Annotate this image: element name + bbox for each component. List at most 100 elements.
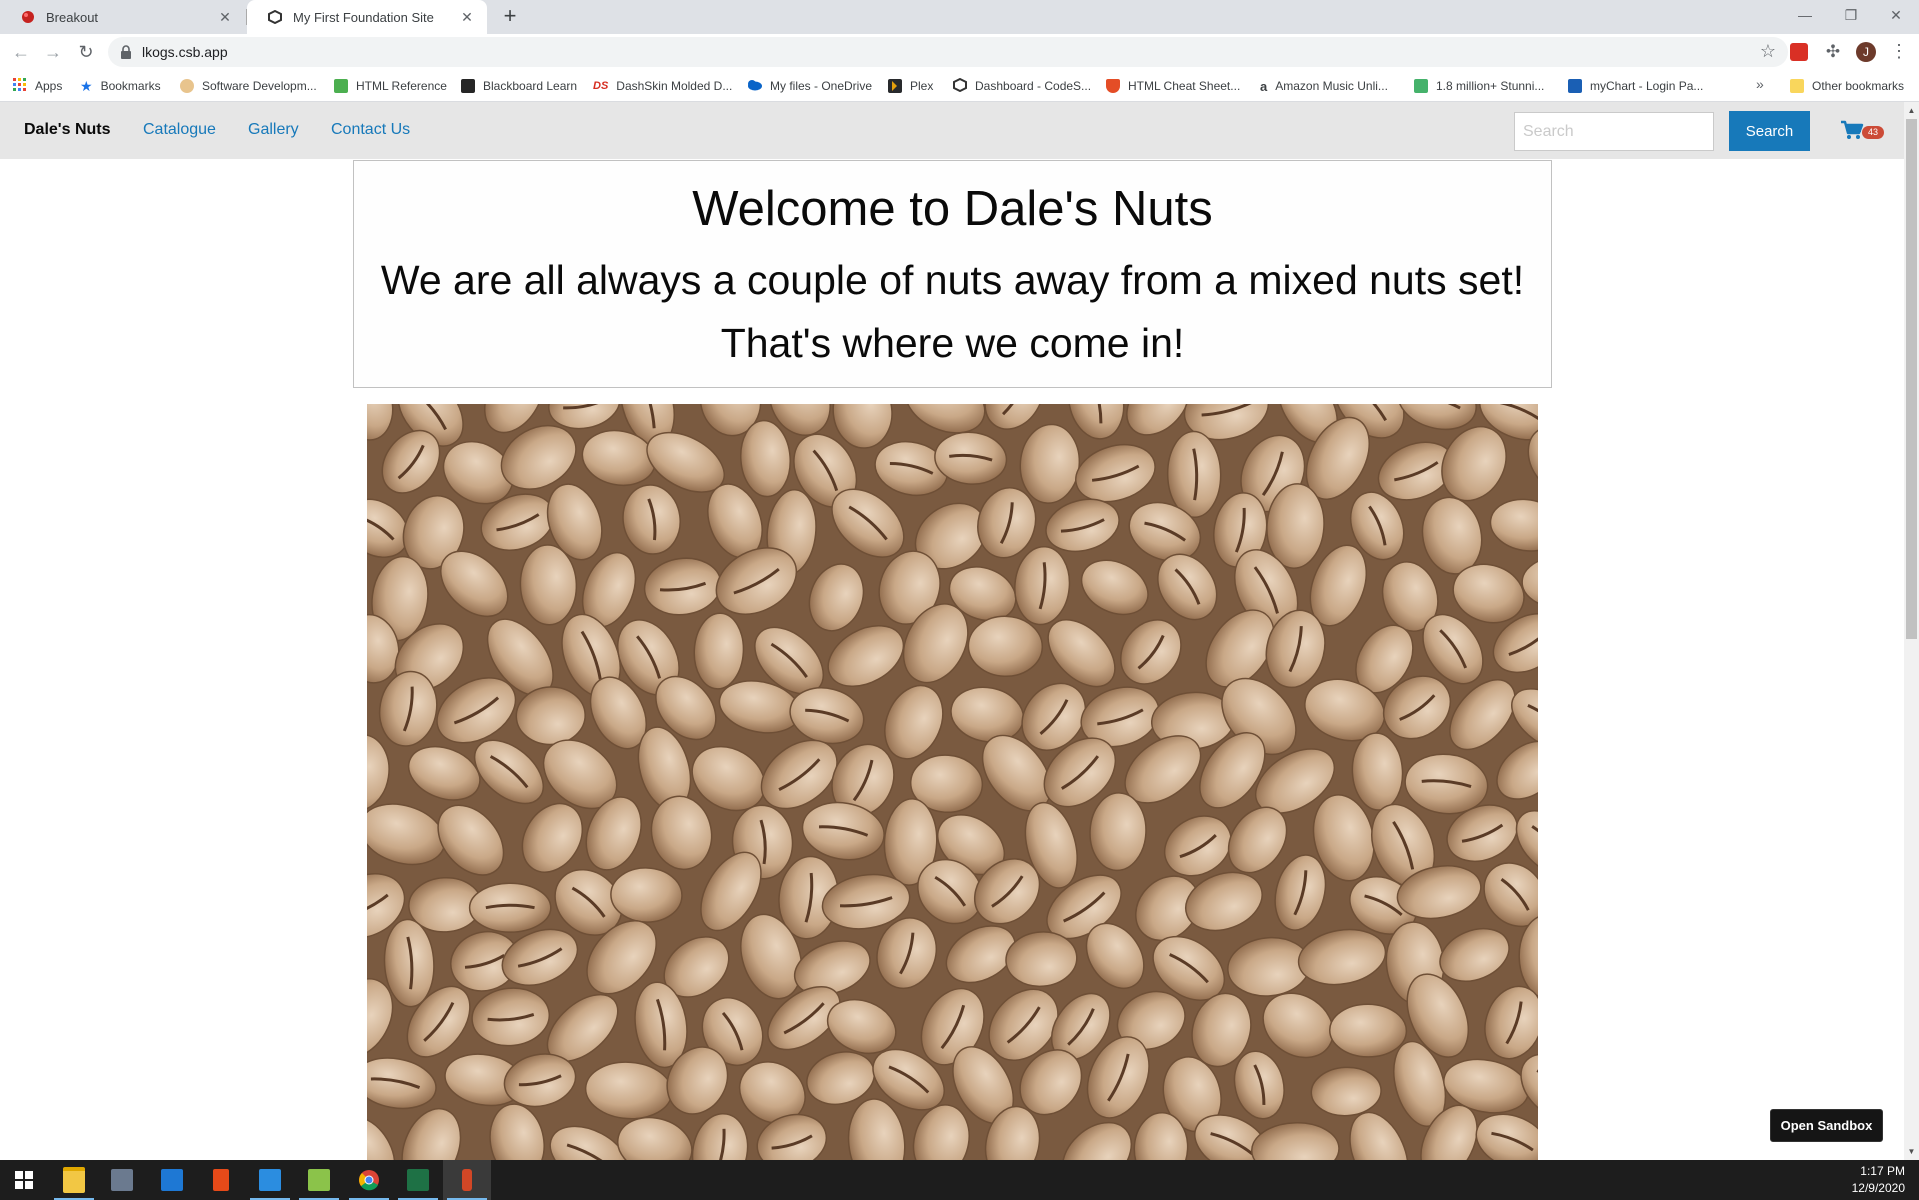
- back-arrow-icon[interactable]: ←: [9, 40, 33, 64]
- shopping-cart-icon: [1840, 120, 1864, 144]
- browser-tab-strip: Breakout ✕ My First Foundation Site ✕ + …: [0, 0, 1919, 34]
- pistachios-photo-graphic: [367, 404, 1538, 1160]
- tab-title: My First Foundation Site: [293, 9, 434, 25]
- lock-icon[interactable]: [120, 44, 136, 60]
- tagline-secondary: That's where we come in!: [720, 320, 1185, 366]
- bookmark-label: Apps: [35, 79, 63, 93]
- vscode-icon[interactable]: [246, 1160, 294, 1200]
- ds-icon: DS: [593, 80, 609, 92]
- bookmark-codesandbox-dashboard[interactable]: Dashboard - CodeS...: [953, 77, 1091, 95]
- windows-taskbar: 1:17 PM 12/9/2020: [0, 1160, 1919, 1200]
- bookmark-amazon-music[interactable]: a Amazon Music Unli...: [1260, 77, 1388, 95]
- browser-menu-icon[interactable]: ⋮: [1890, 41, 1908, 61]
- bookmark-label: Plex: [910, 79, 934, 93]
- gear-icon: [180, 79, 194, 93]
- bookmark-star-icon[interactable]: ☆: [1760, 41, 1776, 62]
- bookmark-label: Software Developm...: [202, 79, 317, 93]
- page-title: Welcome to Dale's Nuts: [692, 182, 1213, 236]
- tab-title: Breakout: [46, 9, 99, 25]
- cart-count-badge: 43: [1862, 126, 1884, 139]
- extensions-puzzle-icon[interactable]: ✣: [1824, 43, 1842, 61]
- mail-icon[interactable]: [148, 1160, 196, 1200]
- pistachios-photo: [367, 404, 1538, 1160]
- address-bar[interactable]: lkogs.csb.app ☆: [108, 37, 1788, 67]
- bookmark-software-development[interactable]: Software Developm...: [180, 77, 317, 95]
- cart-button[interactable]: 43: [1840, 120, 1884, 144]
- bookmark-label: Other bookmarks: [1812, 79, 1905, 93]
- amazon-icon: a: [1260, 78, 1268, 94]
- codesandbox-favicon-icon: [267, 9, 283, 25]
- bookmark-onedrive[interactable]: My files - OneDrive: [746, 77, 872, 95]
- open-sandbox-button[interactable]: Open Sandbox: [1770, 1109, 1883, 1142]
- apps-grid-icon: [13, 77, 27, 95]
- reload-icon[interactable]: ↻: [74, 40, 98, 64]
- extension-red-icon[interactable]: [1790, 43, 1808, 61]
- window-minimize-icon[interactable]: —: [1782, 0, 1828, 30]
- bookmark-apps[interactable]: Apps: [13, 77, 62, 95]
- bookmark-html-cheat-sheet[interactable]: HTML Cheat Sheet...: [1106, 77, 1240, 95]
- bb-icon: [461, 79, 475, 93]
- windows-start-icon[interactable]: [0, 1160, 48, 1200]
- other-bookmarks-folder[interactable]: Other bookmarks: [1790, 77, 1904, 95]
- search-button[interactable]: Search: [1729, 111, 1810, 151]
- scrollbar-thumb[interactable]: [1906, 119, 1917, 639]
- w3-icon: [334, 79, 348, 93]
- bookmark-label: My files - OneDrive: [770, 79, 873, 93]
- close-tab-icon[interactable]: ✕: [217, 9, 233, 25]
- bookmark-label: DashSkin Molded D...: [616, 79, 733, 93]
- notepad-icon[interactable]: [295, 1160, 343, 1200]
- plex-icon: [888, 79, 902, 93]
- site-brand[interactable]: Dale's Nuts: [24, 121, 111, 139]
- shield-icon: [1106, 79, 1120, 93]
- url-text[interactable]: lkogs.csb.app: [142, 44, 228, 60]
- mychart-icon: [1568, 79, 1582, 93]
- bookmark-dashskin[interactable]: DS DashSkin Molded D...: [593, 77, 732, 95]
- bookmark-mychart[interactable]: myChart - Login Pa...: [1568, 77, 1703, 95]
- forward-arrow-icon[interactable]: →: [41, 40, 65, 64]
- snipping-tool-icon[interactable]: [443, 1160, 491, 1200]
- bookmark-blackboard[interactable]: Blackboard Learn: [461, 77, 577, 95]
- scroll-down-arrow-icon[interactable]: ▼: [1904, 1143, 1919, 1160]
- bookmark-label: Amazon Music Unli...: [1275, 79, 1388, 93]
- bookmark-label: HTML Reference: [356, 79, 447, 93]
- calculator-icon[interactable]: [98, 1160, 146, 1200]
- bookmark-label: Blackboard Learn: [483, 79, 578, 93]
- browser-toolbar: ← → ↻ lkogs.csb.app ☆ ✣ J ⋮: [0, 34, 1919, 70]
- close-tab-icon[interactable]: ✕: [459, 9, 475, 25]
- bookmark-stunning-images[interactable]: 1.8 million+ Stunni...: [1414, 77, 1544, 95]
- bookmark-label: Bookmarks: [100, 79, 161, 93]
- browser-tab-foundation-site[interactable]: My First Foundation Site ✕: [247, 0, 487, 34]
- nav-link-contact-us[interactable]: Contact Us: [331, 121, 410, 139]
- window-close-icon[interactable]: ✕: [1873, 0, 1919, 30]
- cloud-icon: [746, 79, 762, 94]
- new-tab-plus-icon[interactable]: +: [498, 5, 522, 29]
- file-explorer-icon[interactable]: [50, 1160, 98, 1200]
- chrome-icon[interactable]: [345, 1160, 393, 1200]
- window-restore-icon[interactable]: ❐: [1828, 0, 1874, 30]
- page-scrollbar[interactable]: ▲ ▼: [1904, 102, 1919, 1160]
- site-top-bar: Dale's Nuts Catalogue Gallery Contact Us…: [0, 102, 1904, 159]
- clock-date: 12/9/2020: [1851, 1181, 1905, 1195]
- scroll-up-arrow-icon[interactable]: ▲: [1904, 102, 1919, 119]
- tagline: We are all always a couple of nuts away …: [380, 257, 1525, 303]
- bookmark-html-reference[interactable]: HTML Reference: [334, 77, 447, 95]
- excel-icon[interactable]: [394, 1160, 442, 1200]
- browser-tab-breakout[interactable]: Breakout ✕: [0, 0, 245, 34]
- nav-link-catalogue[interactable]: Catalogue: [143, 121, 216, 139]
- bookmark-label: myChart - Login Pa...: [1590, 79, 1704, 93]
- bookmark-bookmarks[interactable]: ★ Bookmarks: [80, 77, 161, 95]
- profile-avatar[interactable]: J: [1856, 42, 1876, 62]
- bookmark-label: HTML Cheat Sheet...: [1128, 79, 1241, 93]
- nav-link-gallery[interactable]: Gallery: [248, 121, 299, 139]
- search-input[interactable]: [1514, 112, 1714, 151]
- bookmarks-bar: Apps ★ Bookmarks Software Developm... HT…: [0, 70, 1919, 102]
- clock-time: 1:17 PM: [1860, 1164, 1905, 1178]
- bookmark-plex[interactable]: Plex: [888, 77, 933, 95]
- px-icon: [1414, 79, 1428, 93]
- page-content: Welcome to Dale's Nuts We are all always…: [0, 159, 1904, 1160]
- star-icon: ★: [80, 77, 93, 94]
- more-bookmarks-chevron-icon[interactable]: »: [1756, 76, 1764, 92]
- office-icon[interactable]: [197, 1160, 245, 1200]
- taskbar-clock[interactable]: 1:17 PM 12/9/2020: [1852, 1163, 1905, 1197]
- folder-icon: [1790, 79, 1804, 93]
